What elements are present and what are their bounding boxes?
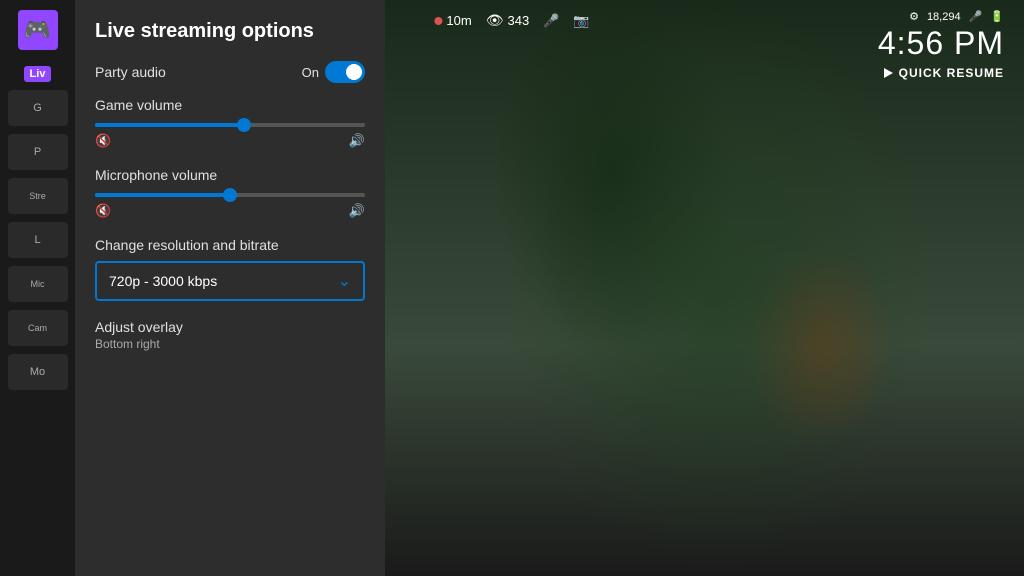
- chevron-down-icon: ⌄: [338, 271, 351, 291]
- live-streaming-panel: Live streaming options Party audio On Ga…: [75, 0, 385, 576]
- overlay-section: Adjust overlay Bottom right: [95, 319, 365, 351]
- microphone-volume-track: [95, 193, 365, 197]
- mic-icon: 🎤: [543, 13, 559, 29]
- game-volume-section: Game volume 🔇 🔊: [95, 97, 365, 149]
- game-volume-icons: 🔇 🔊: [95, 133, 365, 149]
- game-volume-slider-container: [95, 123, 365, 127]
- resolution-section: Change resolution and bitrate 720p - 300…: [95, 237, 365, 301]
- game-volume-fill: [95, 123, 244, 127]
- live-dot: [434, 17, 442, 25]
- clock-panel: ⚙ 18,294 🎤 🔋 4:56 PM QUICK RESUME: [878, 10, 1004, 80]
- party-audio-toggle[interactable]: [325, 61, 365, 83]
- viewer-count: 👁 343: [486, 12, 529, 29]
- twitch-logo: 🎮: [18, 10, 58, 50]
- party-audio-label: Party audio: [95, 64, 166, 80]
- sidebar-item-0[interactable]: G: [8, 90, 68, 126]
- microphone-volume-fill: [95, 193, 230, 197]
- score-icon: ⚙: [909, 10, 919, 23]
- sidebar-item-3[interactable]: L: [8, 222, 68, 258]
- live-timer: 10m: [434, 13, 471, 28]
- mic-volume-min-icon: 🔇: [95, 203, 111, 219]
- status-row: ⚙ 18,294 🎤 🔋: [878, 10, 1004, 23]
- sidebar-item-4[interactable]: Mic: [8, 266, 68, 302]
- game-volume-track: [95, 123, 365, 127]
- battery-icon: 🔋: [990, 10, 1004, 23]
- volume-max-icon: 🔊: [349, 133, 365, 149]
- camera-icon: 📷: [573, 13, 589, 29]
- panel-title: Live streaming options: [95, 20, 365, 43]
- mic-status-icon: 🎤: [969, 10, 983, 23]
- clock-time: 4:56 PM: [878, 25, 1004, 62]
- resolution-dropdown[interactable]: 720p - 3000 kbps ⌄: [95, 261, 365, 301]
- quick-resume-button[interactable]: QUICK RESUME: [878, 66, 1004, 80]
- play-icon: [884, 68, 893, 78]
- party-audio-toggle-container: On: [302, 61, 365, 83]
- microphone-volume-thumb[interactable]: [223, 188, 237, 202]
- overlay-subtitle: Bottom right: [95, 337, 365, 351]
- sidebar: 🎮 Liv G P Stre L Mic Cam Mo: [0, 0, 75, 576]
- toggle-on-label: On: [302, 65, 319, 80]
- party-audio-row: Party audio On: [95, 61, 365, 83]
- hud-bar: 10m 👁 343 🎤 📷: [434, 12, 589, 29]
- resolution-value: 720p - 3000 kbps: [109, 273, 217, 289]
- overlay-title: Adjust overlay: [95, 319, 365, 335]
- game-volume-label: Game volume: [95, 97, 365, 113]
- microphone-volume-icons: 🔇 🔊: [95, 203, 365, 219]
- sidebar-live-badge: Liv: [24, 66, 52, 82]
- score-value: 18,294: [927, 11, 961, 23]
- microphone-volume-section: Microphone volume 🔇 🔊: [95, 167, 365, 219]
- sidebar-item-1[interactable]: P: [8, 134, 68, 170]
- mic-volume-max-icon: 🔊: [349, 203, 365, 219]
- microphone-volume-label: Microphone volume: [95, 167, 365, 183]
- game-volume-thumb[interactable]: [237, 118, 251, 132]
- volume-min-icon: 🔇: [95, 133, 111, 149]
- sidebar-item-2[interactable]: Stre: [8, 178, 68, 214]
- sidebar-item-6[interactable]: Mo: [8, 354, 68, 390]
- sidebar-item-5[interactable]: Cam: [8, 310, 68, 346]
- resolution-label: Change resolution and bitrate: [95, 237, 365, 253]
- microphone-volume-slider-container: [95, 193, 365, 197]
